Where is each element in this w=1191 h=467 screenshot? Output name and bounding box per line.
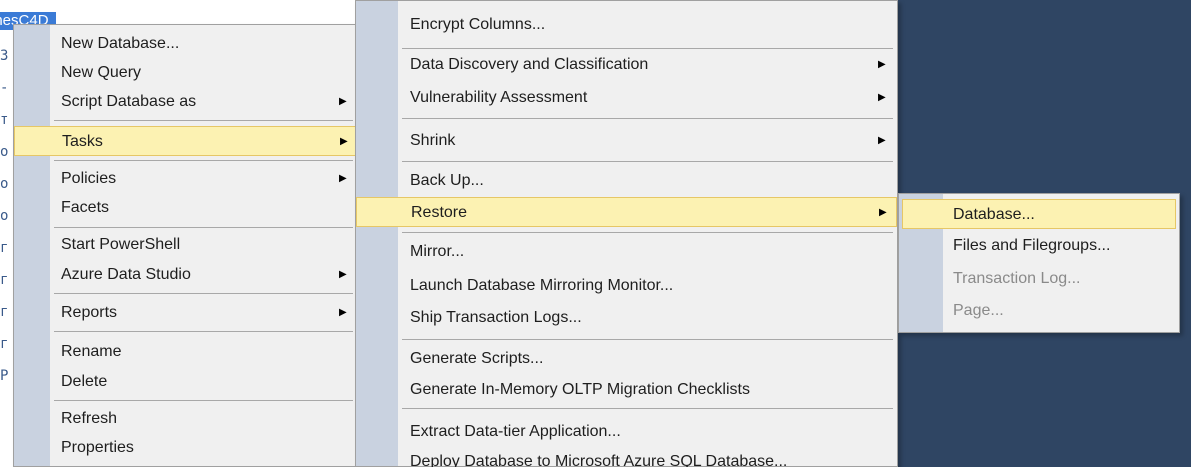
submenu-arrow-icon: ▶ (339, 173, 347, 184)
submenu-arrow-icon: ▶ (340, 136, 348, 147)
database-context-menu: New Database... New Query Script Databas… (13, 24, 358, 467)
menu-item-label: Shrink (410, 132, 456, 149)
menu-item-label: Files and Filegroups... (953, 237, 1111, 254)
menu-separator (54, 293, 353, 294)
menu-item-page[interactable]: Page... (899, 296, 1179, 326)
menu-item-delete[interactable]: Delete (14, 367, 357, 397)
menu-item-back-up[interactable]: Back Up... (356, 166, 897, 196)
menu-item-label: Database... (953, 206, 1035, 223)
menu-item-restore-database[interactable]: Database... (902, 199, 1176, 229)
submenu-arrow-icon: ▶ (878, 59, 886, 70)
menu-item-ship-transaction-logs[interactable]: Ship Transaction Logs... (356, 303, 897, 333)
menu-separator (402, 339, 893, 340)
menu-item-reports[interactable]: Reports ▶ (14, 298, 357, 328)
menu-item-properties[interactable]: Properties (14, 433, 357, 463)
menu-item-new-query[interactable]: New Query (14, 58, 357, 88)
menu-item-label: Generate Scripts... (410, 350, 544, 367)
submenu-arrow-icon: ▶ (878, 135, 886, 146)
menu-item-script-database-as[interactable]: Script Database as ▶ (14, 87, 357, 117)
menu-item-encrypt-columns[interactable]: Encrypt Columns... (356, 10, 897, 40)
menu-item-azure-data-studio[interactable]: Azure Data Studio ▶ (14, 260, 357, 290)
menu-item-transaction-log[interactable]: Transaction Log... (899, 264, 1179, 294)
menu-separator (402, 161, 893, 162)
menu-item-label: Azure Data Studio (61, 266, 191, 283)
menu-item-label: New Query (61, 64, 142, 81)
menu-item-new-database[interactable]: New Database... (14, 29, 357, 59)
menu-separator (402, 232, 893, 233)
menu-item-label: Page... (953, 302, 1004, 319)
menu-item-label: Encrypt Columns... (410, 16, 546, 33)
menu-item-label: Refresh (61, 410, 118, 427)
menu-item-label: Launch Database Mirroring Monitor... (410, 277, 674, 294)
menu-item-shrink[interactable]: Shrink ▶ (356, 126, 897, 156)
menu-item-label: Policies (61, 170, 117, 187)
submenu-arrow-icon: ▶ (339, 307, 347, 318)
menu-item-rename[interactable]: Rename (14, 337, 357, 367)
menu-separator (402, 118, 893, 119)
menu-separator (54, 400, 353, 401)
menu-item-vulnerability-assessment[interactable]: Vulnerability Assessment ▶ (356, 83, 897, 113)
menu-separator (54, 331, 353, 332)
menu-item-tasks[interactable]: Tasks ▶ (14, 126, 357, 156)
ssms-screen: onesC4D 3 - т о о о г г г г P New Databa… (0, 0, 1191, 467)
submenu-arrow-icon: ▶ (339, 269, 347, 280)
menu-item-extract-data-tier[interactable]: Extract Data-tier Application... (356, 417, 897, 447)
menu-item-restore[interactable]: Restore ▶ (356, 197, 897, 227)
menu-item-label: Start PowerShell (61, 236, 181, 253)
menu-separator (54, 227, 353, 228)
menu-item-label: Mirror... (410, 243, 465, 260)
menu-item-mirror[interactable]: Mirror... (356, 237, 897, 267)
submenu-arrow-icon: ▶ (878, 92, 886, 103)
menu-item-label: Generate In-Memory OLTP Migration Checkl… (410, 381, 750, 398)
menu-item-label: Script Database as (61, 93, 197, 110)
menu-item-label: Ship Transaction Logs... (410, 309, 582, 326)
menu-item-label: Back Up... (410, 172, 484, 189)
menu-item-oltp-migration-checklists[interactable]: Generate In-Memory OLTP Migration Checkl… (356, 375, 897, 405)
menu-item-label: Reports (61, 304, 118, 321)
menu-item-label: Restore (411, 204, 468, 221)
tasks-submenu: Encrypt Columns... Data Discovery and Cl… (355, 0, 898, 467)
menu-separator (54, 120, 353, 121)
menu-item-label: Rename (61, 343, 122, 360)
menu-item-deploy-to-azure-sql[interactable]: Deploy Database to Microsoft Azure SQL D… (356, 447, 897, 467)
menu-item-facets[interactable]: Facets (14, 193, 357, 223)
menu-separator (54, 160, 353, 161)
menu-item-launch-mirroring-monitor[interactable]: Launch Database Mirroring Monitor... (356, 271, 897, 301)
restore-submenu: Database... Files and Filegroups... Tran… (898, 193, 1180, 333)
menu-item-generate-scripts[interactable]: Generate Scripts... (356, 344, 897, 374)
menu-separator (402, 408, 893, 409)
menu-item-refresh[interactable]: Refresh (14, 404, 357, 434)
menu-item-label: Vulnerability Assessment (410, 89, 588, 106)
menu-item-label: Data Discovery and Classification (410, 56, 649, 73)
tree-edge-glyphs: 3 - т о о о г г г г P (0, 48, 9, 384)
menu-item-label: Deploy Database to Microsoft Azure SQL D… (410, 453, 788, 467)
menu-item-start-powershell[interactable]: Start PowerShell (14, 230, 357, 260)
menu-item-label: Transaction Log... (953, 270, 1081, 287)
menu-item-label: Delete (61, 373, 108, 390)
menu-item-label: New Database... (61, 35, 180, 52)
submenu-arrow-icon: ▶ (879, 207, 887, 218)
submenu-arrow-icon: ▶ (339, 96, 347, 107)
menu-separator (402, 48, 893, 49)
menu-item-label: Extract Data-tier Application... (410, 423, 621, 440)
menu-item-label: Properties (61, 439, 134, 456)
menu-item-label: Facets (61, 199, 110, 216)
menu-item-data-discovery[interactable]: Data Discovery and Classification ▶ (356, 50, 897, 80)
menu-item-label: Tasks (62, 133, 103, 150)
menu-item-files-and-filegroups[interactable]: Files and Filegroups... (899, 231, 1179, 261)
menu-item-policies[interactable]: Policies ▶ (14, 164, 357, 194)
